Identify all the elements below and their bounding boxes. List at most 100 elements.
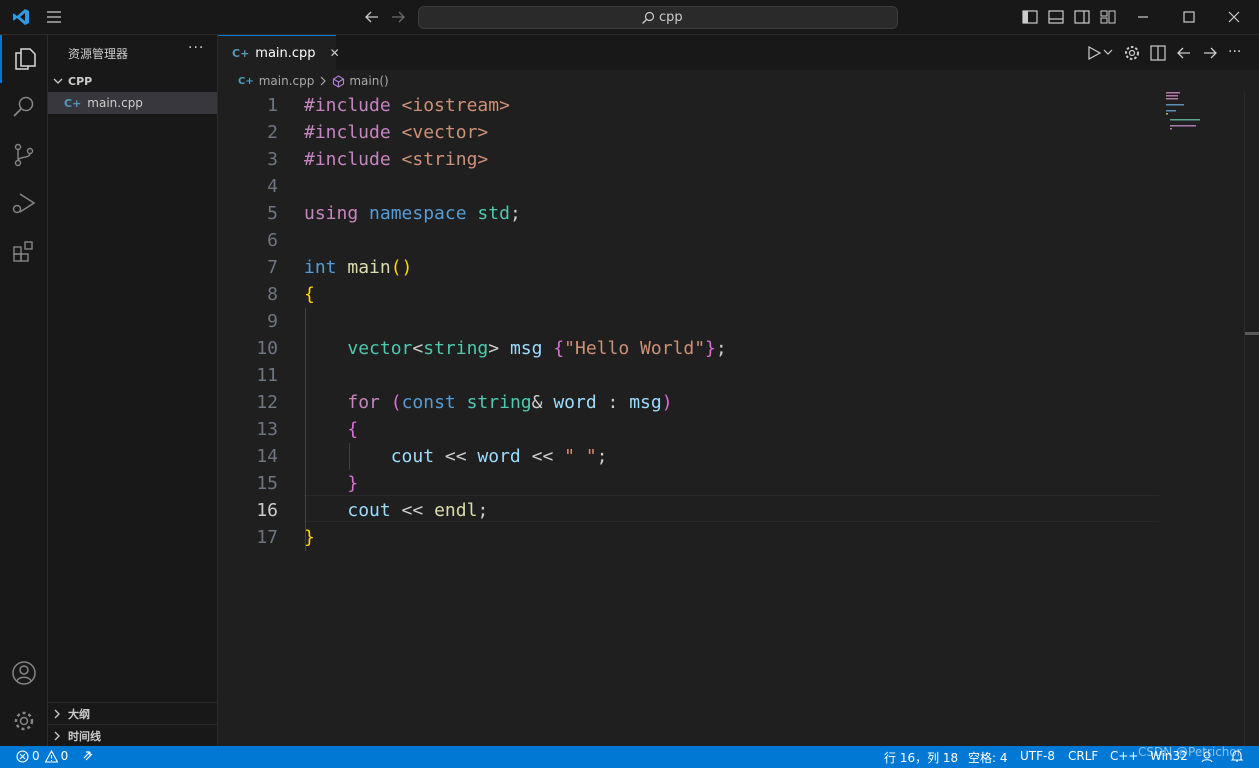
code-token: string: [423, 338, 489, 359]
code-line: #include <iostream>: [304, 92, 510, 119]
more-actions-icon[interactable]: ···: [1228, 44, 1241, 60]
toggle-secondary-sidebar-icon[interactable]: [1073, 8, 1091, 26]
code-token: string: [466, 392, 532, 413]
chevron-down-icon[interactable]: [1103, 47, 1113, 57]
code-token: main: [347, 257, 391, 278]
file-row-main-cpp[interactable]: C+ main.cpp: [48, 92, 217, 114]
run-debug-icon[interactable]: [0, 179, 48, 227]
language-mode[interactable]: C++: [1110, 749, 1139, 763]
line-number: 8: [267, 284, 278, 305]
code-token: vector: [347, 338, 413, 359]
line-ending[interactable]: CRLF: [1068, 749, 1098, 763]
code-editor[interactable]: 1 2 3 4 5 6 7 8 9 10 11 12 13 14 15 16 17 #include <iost…: [218, 92, 1259, 746]
manage-gear-icon[interactable]: [0, 697, 48, 745]
chevron-right-icon: [52, 731, 62, 741]
run-icon[interactable]: [1085, 44, 1103, 62]
code-token: }: [705, 338, 716, 359]
breadcrumb-file[interactable]: main.cpp: [259, 74, 315, 88]
code-token: namespace: [369, 203, 467, 224]
chevron-down-icon: [52, 75, 64, 87]
settings-icon[interactable]: [1123, 44, 1141, 62]
minimize-icon[interactable]: [1134, 8, 1152, 26]
tab-close-icon[interactable]: ✕: [330, 46, 340, 60]
cpp-file-icon: C+: [232, 46, 250, 60]
customize-layout-icon[interactable]: [1099, 8, 1117, 26]
code-token: cout: [347, 500, 391, 521]
menu-icon[interactable]: [45, 8, 63, 26]
explorer-icon[interactable]: [0, 35, 48, 83]
line-number: 13: [256, 419, 278, 440]
code-line: {: [304, 416, 358, 443]
extensions-icon[interactable]: [0, 227, 48, 275]
bell-icon[interactable]: [1230, 749, 1244, 763]
line-number: 10: [256, 338, 278, 359]
warning-icon: [44, 749, 58, 763]
code-token: <<: [520, 446, 565, 467]
command-center-search[interactable]: cpp: [418, 6, 898, 29]
timeline-label: 时间线: [68, 729, 101, 743]
code-token: std: [477, 203, 510, 224]
error-count: 0: [32, 749, 40, 763]
account-icon[interactable]: [0, 649, 48, 697]
code-token: #include: [304, 122, 391, 143]
line-number: 6: [267, 230, 278, 251]
code-token: ): [661, 392, 673, 413]
indent-guide: [349, 443, 350, 470]
code-line: using namespace std;: [304, 200, 521, 227]
search-text: cpp: [659, 10, 683, 25]
sidebar-more-button[interactable]: ···: [188, 40, 204, 56]
toggle-sidebar-icon[interactable]: [1021, 8, 1039, 26]
remote-icon[interactable]: [81, 749, 95, 763]
cursor-position[interactable]: 行 16，列 18: [884, 749, 958, 766]
line-number: 7: [267, 257, 278, 278]
code-token: >: [488, 338, 510, 359]
tab-label: main.cpp: [255, 45, 316, 61]
forward-arrow-icon[interactable]: [1201, 44, 1219, 62]
line-number: 9: [267, 311, 278, 332]
maximize-icon[interactable]: [1180, 8, 1198, 26]
code-token: for: [347, 392, 380, 413]
code-line: cout << endl;: [304, 497, 488, 524]
encoding[interactable]: UTF-8: [1020, 749, 1055, 763]
split-editor-icon[interactable]: [1149, 44, 1167, 62]
minimap[interactable]: [1164, 92, 1244, 132]
close-icon[interactable]: [1225, 8, 1243, 26]
vertical-scrollbar[interactable]: [1244, 92, 1259, 746]
activity-bar: [0, 35, 48, 746]
line-number: 1: [267, 95, 278, 116]
code-token: (): [390, 257, 413, 278]
folder-row[interactable]: CPP: [48, 70, 217, 92]
code-token: <: [412, 338, 424, 359]
back-arrow-icon[interactable]: [1175, 44, 1193, 62]
code-token: {: [304, 284, 315, 305]
forward-arrow-icon[interactable]: [389, 8, 407, 26]
search-view-icon[interactable]: [0, 83, 48, 131]
breadcrumb-symbol[interactable]: main(): [349, 74, 388, 88]
indentation[interactable]: 空格: 4: [968, 749, 1008, 766]
outline-panel-header[interactable]: 大纲: [48, 702, 217, 724]
code-token: "Hello World": [564, 338, 706, 359]
line-number: 14: [256, 446, 278, 467]
feedback-icon[interactable]: [1200, 749, 1214, 763]
toggle-panel-icon[interactable]: [1047, 8, 1065, 26]
editor-tabs: C+ main.cpp ✕ ···: [218, 35, 1259, 70]
search-icon: [641, 11, 655, 25]
code-line: }: [304, 470, 358, 497]
cpp-file-icon: C+: [238, 75, 254, 87]
back-arrow-icon[interactable]: [363, 8, 381, 26]
timeline-panel-header[interactable]: 时间线: [48, 724, 217, 746]
chevron-right-icon: [52, 709, 62, 719]
folder-name: CPP: [68, 74, 93, 88]
tab-main-cpp[interactable]: C+ main.cpp ✕: [218, 35, 340, 70]
indent-guide: [305, 308, 306, 551]
problems-indicator[interactable]: 0 0: [16, 749, 68, 763]
line-number: 12: [256, 392, 278, 413]
source-control-icon[interactable]: [0, 131, 48, 179]
code-line: #include <string>: [304, 146, 488, 173]
code-line: #include <vector>: [304, 119, 488, 146]
